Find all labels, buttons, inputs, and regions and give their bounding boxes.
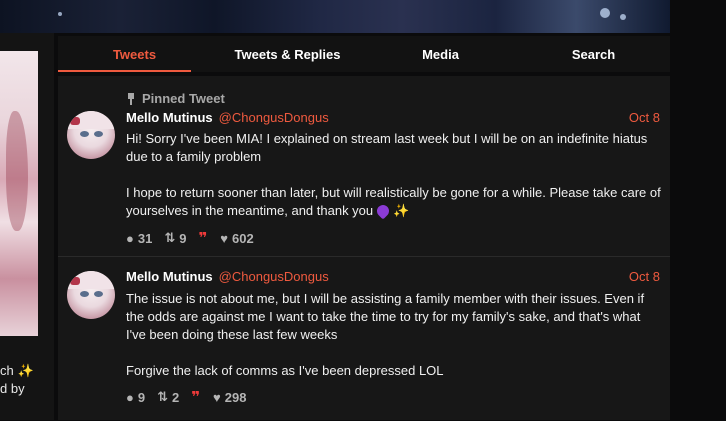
- avatar-bow: [70, 117, 80, 125]
- tweet-header: Mello Mutinus @ChongusDongus Oct 8: [126, 110, 660, 125]
- avatar-eye: [80, 131, 89, 137]
- retweet-button[interactable]: ⇅ 9: [164, 230, 186, 246]
- avatar[interactable]: [67, 111, 115, 159]
- tweet-body: The issue is not about me, but I will be…: [126, 290, 662, 380]
- banner-sparkle: [58, 12, 62, 16]
- retweet-icon: ⇅: [157, 389, 168, 404]
- profile-art: [0, 51, 38, 336]
- avatar-eye: [94, 291, 103, 297]
- pinned-indicator: Pinned Tweet: [126, 91, 225, 106]
- tweet-actions: ● 9 ⇅ 2 ❞ ♥ 298: [126, 388, 258, 406]
- tab-tweets-and-replies[interactable]: Tweets & Replies: [211, 36, 364, 72]
- display-name[interactable]: Mello Mutinus: [126, 269, 213, 284]
- retweet-icon: ⇅: [164, 230, 176, 245]
- like-button[interactable]: ♥ 298: [213, 390, 246, 405]
- tab-media[interactable]: Media: [364, 36, 517, 72]
- user-handle[interactable]: @ChongusDongus: [219, 110, 329, 125]
- like-button[interactable]: ♥ 602: [220, 231, 253, 246]
- quote-icon[interactable]: ❞: [198, 229, 207, 247]
- tweet-paragraph: Forgive the lack of comms as I've been d…: [126, 363, 444, 378]
- purple-heart-icon: [374, 202, 392, 220]
- tweet-date[interactable]: Oct 8: [629, 110, 660, 125]
- banner-sparkle: [620, 14, 626, 20]
- tweet-item[interactable]: Pinned Tweet Mello Mutinus @ChongusDongu…: [58, 76, 670, 256]
- pinned-label: Pinned Tweet: [142, 91, 225, 106]
- reply-button[interactable]: ● 9: [126, 390, 145, 405]
- avatar-eye: [80, 291, 89, 297]
- heart-icon: ♥: [220, 230, 228, 246]
- user-handle[interactable]: @ChongusDongus: [219, 269, 329, 284]
- banner-edge: [670, 0, 726, 33]
- tweet-body: Hi! Sorry I've been MIA! I explained on …: [126, 130, 662, 220]
- reply-button[interactable]: ● 31: [126, 231, 152, 246]
- tweet-date[interactable]: Oct 8: [629, 269, 660, 284]
- tweet-feed: Pinned Tweet Mello Mutinus @ChongusDongu…: [58, 76, 670, 420]
- retweet-count: 2: [172, 389, 180, 405]
- avatar-eye: [94, 131, 103, 137]
- tab-search[interactable]: Search: [517, 36, 670, 72]
- sparkles-icon: ✨: [17, 363, 34, 378]
- tweet-item[interactable]: Mello Mutinus @ChongusDongus Oct 8 The i…: [58, 256, 670, 421]
- like-count: 298: [224, 389, 247, 405]
- avatar-bow: [70, 277, 80, 285]
- speech-bubble-icon: ●: [126, 230, 134, 246]
- profile-bio-line: d by: [0, 381, 25, 396]
- banner-sparkle: [600, 8, 610, 18]
- display-name[interactable]: Mello Mutinus: [126, 110, 213, 125]
- reply-count: 9: [137, 389, 146, 405]
- timeline-tabs: Tweets Tweets & Replies Media Search: [58, 36, 670, 72]
- quote-icon[interactable]: ❞: [191, 388, 200, 406]
- reply-count: 31: [137, 230, 153, 246]
- profile-banner: [0, 0, 670, 33]
- retweet-button[interactable]: ⇅ 2: [157, 389, 179, 405]
- sparkles-icon: ✨: [393, 203, 410, 218]
- profile-bio-line: ch ✨: [0, 363, 34, 378]
- heart-icon: ♥: [213, 389, 221, 405]
- retweet-count: 9: [179, 230, 187, 246]
- tweet-paragraph: Hi! Sorry I've been MIA! I explained on …: [126, 131, 648, 164]
- tweet-actions: ● 31 ⇅ 9 ❞ ♥ 602: [126, 229, 266, 247]
- tweet-header: Mello Mutinus @ChongusDongus Oct 8: [126, 269, 660, 284]
- tab-tweets[interactable]: Tweets: [58, 36, 211, 72]
- tweet-paragraph: The issue is not about me, but I will be…: [126, 291, 645, 342]
- profile-card: ch ✨ d by: [0, 33, 54, 420]
- avatar[interactable]: [67, 271, 115, 319]
- like-count: 602: [232, 230, 254, 246]
- speech-bubble-icon: ●: [126, 389, 134, 405]
- pin-icon: [126, 92, 136, 105]
- tweet-paragraph: I hope to return sooner than later, but …: [126, 184, 662, 220]
